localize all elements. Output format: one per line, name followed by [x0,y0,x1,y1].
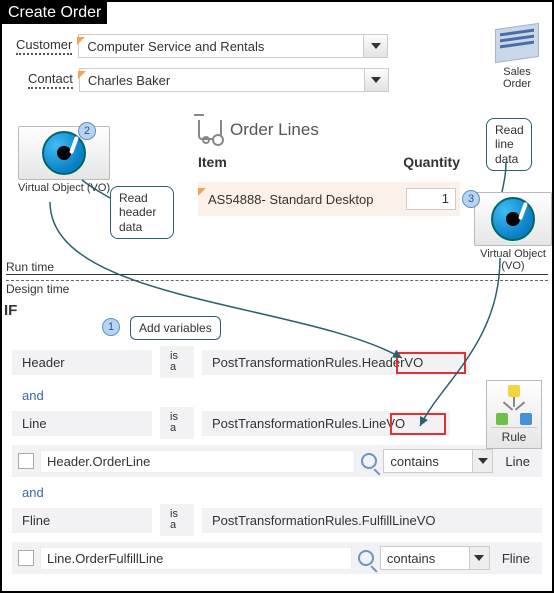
search-icon[interactable] [358,550,374,566]
customer-dropdown-button[interactable] [363,35,387,57]
isa-label: is a [160,504,194,536]
rule-row-line: Line is a PostTransformationRules.LineVO [12,407,542,439]
rule-row-fline: Fline is a PostTransformationRules.Fulfi… [12,504,542,536]
isa-label: is a [160,346,194,378]
sales-order-icon: Sales Order [492,26,542,90]
search-icon[interactable] [361,453,377,469]
callout-read-line: Read line data [486,118,532,171]
chevron-down-icon [478,458,488,464]
cond2-checkbox[interactable] [18,550,34,566]
runtime-label: Run time [6,260,54,274]
disc-icon [42,131,86,175]
order-lines-heading: Order Lines [198,120,460,140]
and-keyword: and [12,481,542,504]
var-fline[interactable]: Fline [12,508,152,533]
and-keyword: and [12,384,542,407]
cond1-lhs[interactable]: Header.OrderLine [40,450,355,473]
virtual-object-left: Virtual Object (VO) [18,126,110,194]
type-line[interactable]: PostTransformationRules.LineVO [202,411,450,436]
col-qty: Quantity [403,154,460,170]
rules-area: Header is a PostTransformationRules.Head… [12,320,542,578]
type-header[interactable]: PostTransformationRules.HeaderVO [202,350,470,375]
cond1-checkbox[interactable] [18,453,34,469]
order-lines-panel: Order Lines Item Quantity AS54888- Stand… [198,120,460,216]
sales-order-label: Sales Order [492,66,542,90]
cond2-rhs[interactable]: Fline [496,548,536,569]
step-badge-2: 2 [78,122,96,140]
step-badge-3: 3 [462,190,480,208]
contact-label: Contact [28,71,73,89]
condition-row-1: Header.OrderLine contains Line [12,445,542,477]
cart-icon [198,120,222,140]
type-fline[interactable]: PostTransformationRules.FulfillLineVO [202,508,542,533]
cond2-lhs[interactable]: Line.OrderFulfillLine [40,547,352,570]
chevron-down-icon [371,77,381,83]
designtime-divider [6,280,548,281]
vo-label-left: Virtual Object (VO) [18,182,110,194]
contact-value: Charles Baker [80,73,364,88]
line-item-name: AS54888- Standard Desktop [202,192,374,207]
customer-value: Computer Service and Rentals [79,39,363,54]
var-line[interactable]: Line [12,411,152,436]
line-qty-input[interactable]: 1 [406,188,456,210]
disc-icon [491,197,535,241]
contact-dropdown[interactable]: Charles Baker [79,68,389,92]
contact-dropdown-button[interactable] [364,69,388,91]
customer-dropdown[interactable]: Computer Service and Rentals [78,34,388,58]
cond1-operator[interactable]: contains [383,449,493,473]
if-label: IF [4,302,17,319]
cond2-operator[interactable]: contains [380,546,490,570]
page-title: Create Order [2,2,107,24]
var-header[interactable]: Header [12,350,152,375]
cond1-rhs[interactable]: Line [499,451,536,472]
rule-row-header: Header is a PostTransformationRules.Head… [12,346,542,378]
rule-tree-icon [494,385,534,425]
runtime-divider [6,274,548,275]
vo-label-right: Virtual Object (VO) [474,248,552,272]
condition-row-2: Line.OrderFulfillLine contains Fline [12,542,542,574]
chevron-down-icon [474,555,484,561]
virtual-object-right: Virtual Object (VO) [474,192,552,272]
designtime-label: Design time [6,282,69,296]
order-line-row: AS54888- Standard Desktop 1 [198,182,460,216]
rule-icon-label: Rule [491,427,537,444]
isa-label: is a [160,407,194,439]
chevron-down-icon [371,43,381,49]
col-item: Item [198,154,227,170]
rule-icon-block: Rule [486,380,542,449]
callout-read-header: Read header data [110,186,174,239]
customer-label: Customer [16,37,72,55]
